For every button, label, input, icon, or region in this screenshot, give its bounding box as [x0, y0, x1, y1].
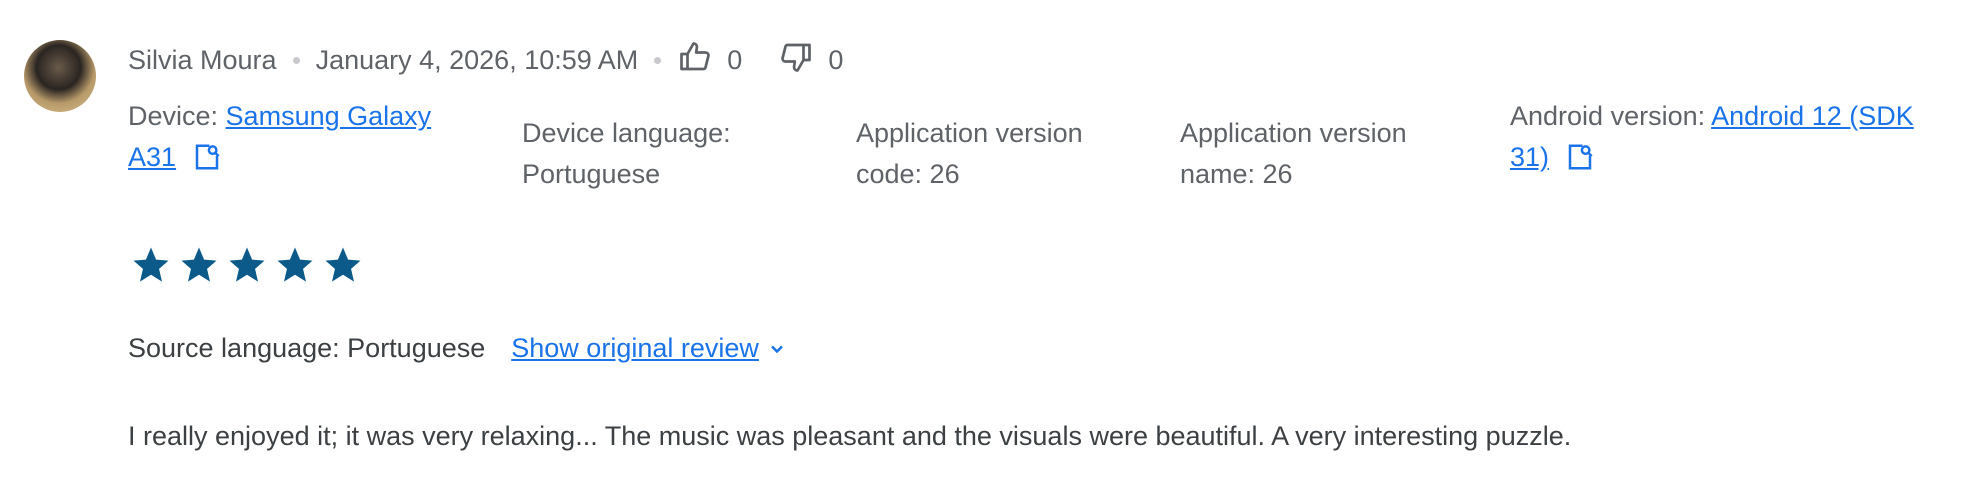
- android-version-info: Android version: Android 12 (SDK 31): [1510, 96, 1960, 178]
- thumbs-down-button[interactable]: 0: [778, 39, 843, 82]
- star-rating: [130, 244, 364, 286]
- thumbs-down-count: 0: [828, 44, 844, 75]
- device-language: Device language: Portuguese: [522, 118, 731, 189]
- review-datetime: January 4, 2026, 10:59 AM: [315, 44, 639, 75]
- star-icon: [130, 244, 172, 286]
- device-info: Device: Samsung Galaxy A31: [128, 96, 478, 178]
- avatar: [24, 40, 96, 112]
- star-icon: [226, 244, 268, 286]
- author-name: Silvia Moura: [128, 44, 277, 75]
- source-language-row: Source language: Portuguese Show origina…: [128, 333, 787, 364]
- android-version-label: Android version:: [1510, 101, 1712, 131]
- chevron-down-icon: [759, 339, 787, 359]
- star-icon: [274, 244, 316, 286]
- device-label: Device:: [128, 101, 226, 131]
- review-header: Silvia Moura January 4, 2026, 10:59 AM 0…: [128, 40, 843, 80]
- star-icon: [178, 244, 220, 286]
- separator-dot: [292, 56, 300, 64]
- open-in-new-icon[interactable]: [192, 142, 222, 172]
- show-original-review-button[interactable]: Show original review: [511, 333, 787, 364]
- separator-dot: [654, 56, 662, 64]
- thumbs-up-button[interactable]: 0: [677, 39, 742, 82]
- star-icon: [322, 244, 364, 286]
- show-original-label: Show original review: [511, 333, 759, 363]
- open-in-new-icon[interactable]: [1565, 142, 1595, 172]
- source-language: Source language: Portuguese: [128, 333, 486, 363]
- app-version-code: Application version code: 26: [856, 118, 1083, 189]
- thumb-down-icon: [778, 39, 814, 82]
- thumbs-up-count: 0: [727, 44, 743, 75]
- app-version-name: Application version name: 26: [1180, 118, 1407, 189]
- review-text: I really enjoyed it; it was very relaxin…: [128, 421, 1572, 451]
- thumb-up-icon: [677, 39, 713, 82]
